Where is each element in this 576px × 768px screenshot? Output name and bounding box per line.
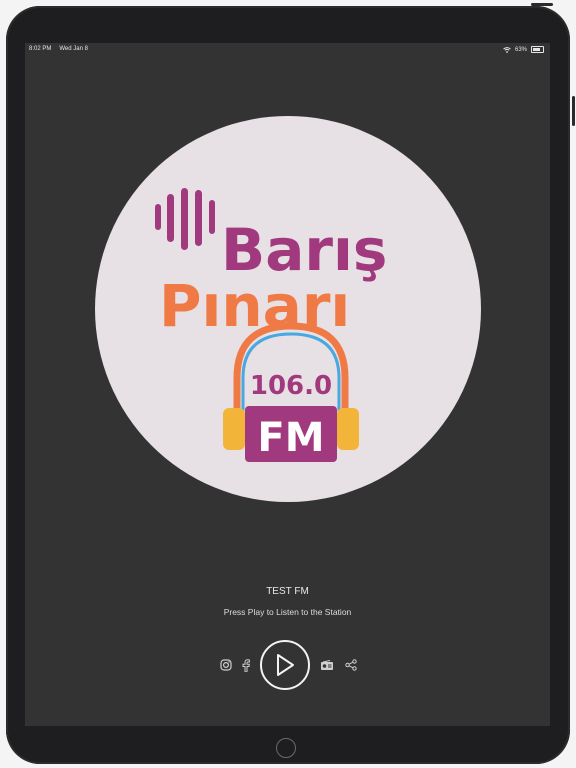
play-button[interactable] (260, 640, 310, 690)
battery-icon (531, 46, 544, 53)
band-label: FM (257, 415, 324, 461)
station-logo: Barış Pınarı 106.0 FM (95, 116, 481, 502)
volume-button (572, 96, 575, 126)
instagram-button[interactable] (219, 658, 233, 672)
share-icon (345, 659, 357, 671)
app-screen: 8:02 PM Wed Jan 8 63% Barış Pınarı 106.0… (25, 43, 550, 726)
radio-icon (321, 659, 333, 670)
battery-percent: 63% (514, 46, 527, 53)
status-bar: 8:02 PM Wed Jan 8 63% (25, 43, 550, 57)
facebook-icon (242, 658, 250, 672)
play-icon (277, 654, 294, 676)
power-button (531, 3, 553, 6)
instagram-icon (220, 659, 232, 671)
wifi-icon (503, 46, 511, 53)
sound-bars-icon (155, 188, 215, 250)
player-controls (25, 640, 550, 690)
radio-button[interactable] (319, 658, 335, 672)
station-subtitle: Press Play to Listen to the Station (223, 607, 352, 617)
station-name: TEST FM (266, 586, 309, 597)
share-button[interactable] (344, 658, 358, 672)
status-date: Wed Jan 8 (59, 46, 88, 52)
frequency-label: 106.0 (250, 371, 332, 401)
facebook-button[interactable] (239, 658, 253, 672)
status-time: 8:02 PM (29, 46, 52, 52)
home-button[interactable] (276, 738, 296, 758)
